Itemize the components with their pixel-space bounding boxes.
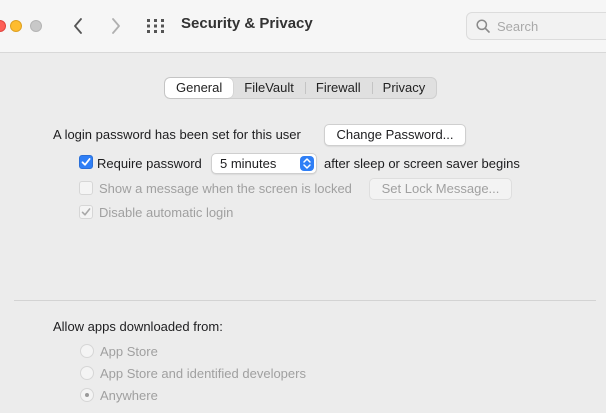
tab-filevault[interactable]: FileVault — [233, 78, 305, 98]
radio-anywhere[interactable] — [80, 388, 94, 402]
radio-app-store[interactable] — [80, 344, 94, 358]
search-icon — [476, 19, 490, 33]
require-password-suffix: after sleep or screen saver begins — [324, 156, 520, 171]
updown-chevron-icon — [303, 158, 311, 169]
window-title: Security & Privacy — [181, 15, 313, 32]
grid-icon — [147, 19, 164, 33]
back-button[interactable] — [66, 14, 90, 38]
show-message-checkbox[interactable] — [79, 181, 93, 195]
show-all-button[interactable] — [145, 16, 167, 36]
chevron-right-icon — [112, 18, 120, 34]
disable-auto-login-checkbox[interactable] — [79, 205, 93, 219]
tab-firewall[interactable]: Firewall — [304, 78, 372, 98]
require-interval-value: 5 minutes — [220, 156, 277, 171]
require-password-checkbox[interactable] — [79, 155, 93, 169]
radio-anywhere-label: Anywhere — [100, 388, 158, 403]
change-password-button[interactable]: Change Password... — [324, 124, 466, 146]
title-bar: Security & Privacy Search — [0, 0, 606, 53]
chevron-left-icon — [74, 18, 82, 34]
require-interval-select[interactable]: 5 minutes — [211, 153, 317, 174]
search-field[interactable]: Search — [466, 12, 606, 40]
close-window-button[interactable] — [0, 20, 6, 32]
search-placeholder: Search — [497, 19, 539, 34]
radio-identified-developers-label: App Store and identified developers — [100, 366, 306, 381]
stepper-arrows — [300, 156, 314, 171]
require-password-label: Require password — [97, 156, 202, 171]
checkmark-icon — [81, 158, 91, 166]
allow-apps-heading: Allow apps downloaded from: — [53, 319, 223, 334]
tab-bar: General FileVault Firewall Privacy — [164, 77, 438, 99]
login-password-text: A login password has been set for this u… — [53, 127, 301, 142]
show-message-label: Show a message when the screen is locked — [99, 181, 352, 196]
section-divider — [14, 300, 596, 301]
zoom-window-button[interactable] — [30, 20, 42, 32]
checkmark-icon — [81, 208, 91, 216]
set-lock-message-button[interactable]: Set Lock Message... — [369, 178, 512, 200]
radio-identified-developers[interactable] — [80, 366, 94, 380]
forward-button[interactable] — [104, 14, 128, 38]
tab-general[interactable]: General — [165, 78, 234, 98]
disable-auto-login-label: Disable automatic login — [99, 205, 234, 220]
minimize-window-button[interactable] — [10, 20, 22, 32]
radio-app-store-label: App Store — [100, 344, 158, 359]
tab-privacy[interactable]: Privacy — [371, 78, 437, 98]
